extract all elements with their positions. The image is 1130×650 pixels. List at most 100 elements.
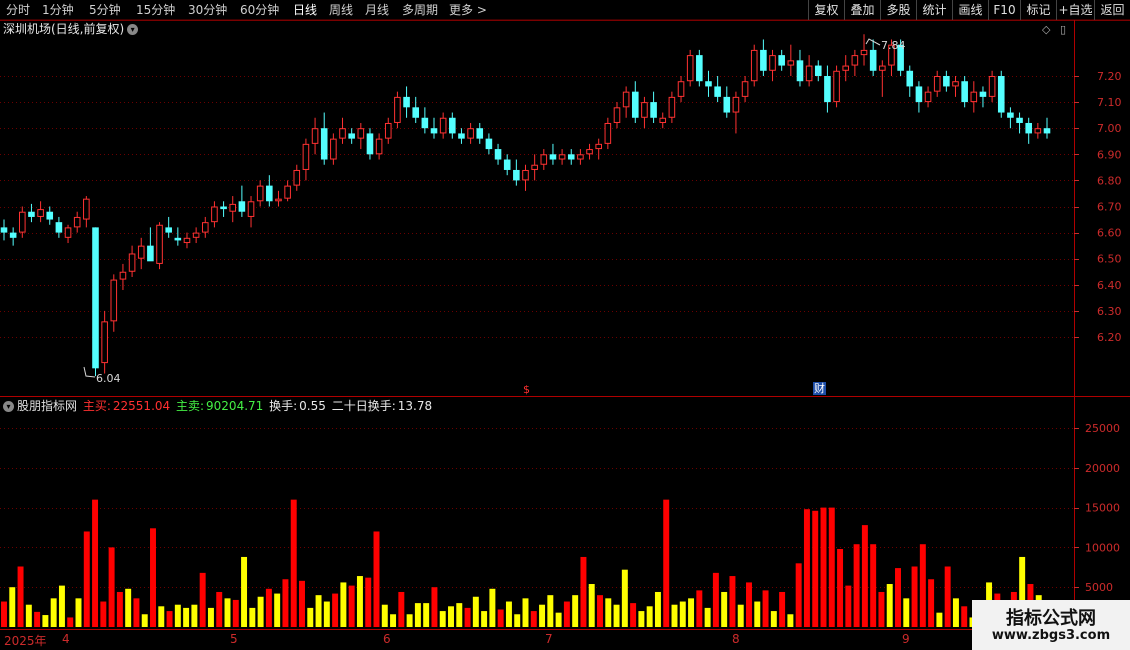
- volume-bar: [365, 577, 372, 627]
- volume-bar: [679, 601, 686, 627]
- candle-body: [485, 138, 493, 150]
- candle: [1025, 117, 1032, 144]
- candle-body: [64, 227, 72, 238]
- candle: [522, 164, 529, 191]
- volume-bar: [224, 598, 231, 627]
- turnover20-label: 二十日换手:: [331, 399, 396, 413]
- volume-bar: [67, 617, 74, 627]
- candle: [275, 190, 282, 207]
- watermark-title: 指标公式网: [1006, 608, 1096, 629]
- price-tick-label: 7.20: [1097, 70, 1122, 83]
- volume-bar: [75, 598, 82, 627]
- candle-body: [540, 154, 548, 165]
- price-tick-label: 6.70: [1097, 201, 1122, 214]
- candle-body: [46, 211, 54, 220]
- price-tick-label: 6.90: [1097, 148, 1122, 161]
- volume-bar: [787, 614, 794, 627]
- candle-body: [467, 128, 474, 139]
- candle-body: [1034, 128, 1042, 134]
- candle: [348, 128, 355, 144]
- volume-tick-label: 15000: [1085, 502, 1120, 515]
- chevron-down-icon[interactable]: ▾: [127, 24, 139, 35]
- volume-bar: [25, 604, 32, 627]
- volume-bar: [919, 544, 926, 627]
- candle-body: [375, 138, 383, 155]
- volume-bar: [356, 576, 363, 627]
- candle: [165, 216, 172, 238]
- volume-bar: [150, 528, 156, 627]
- candle-body: [348, 133, 355, 139]
- month-label-9: 9: [902, 632, 910, 646]
- candle-body: [211, 206, 218, 223]
- stock-title: 深圳机场(日线,前复权): [3, 22, 125, 36]
- candle: [467, 122, 474, 144]
- volume-bar: [83, 531, 90, 627]
- candle: [284, 180, 291, 202]
- candle-body: [915, 86, 923, 103]
- volume-bar: [448, 606, 454, 627]
- candle-body: [943, 76, 950, 87]
- candle: [943, 70, 950, 92]
- candle-body: [659, 117, 667, 123]
- candle-body: [558, 154, 566, 160]
- candle: [137, 237, 145, 270]
- candle-body: [37, 209, 44, 217]
- candle-body: [851, 55, 859, 66]
- candle: [677, 76, 685, 103]
- volume-bar: [613, 604, 620, 627]
- price-tick-label: 6.60: [1097, 227, 1122, 240]
- volume-bar: [795, 563, 802, 627]
- volume-bar: [414, 603, 421, 627]
- candle: [915, 81, 923, 113]
- volume-bar: [191, 604, 198, 627]
- kline-chart[interactable]: 6.20 6.30 6.40 6.50 6.60 6.70 6.80 6.90 7.00 7.10…: [0, 0, 1130, 650]
- finance-marker[interactable]: 财: [813, 382, 826, 395]
- candle-body: [531, 164, 538, 170]
- volume-bar: [50, 598, 57, 627]
- volume-bar: [895, 568, 901, 627]
- volume-bar: [315, 595, 322, 627]
- candle-body: [714, 86, 721, 97]
- volume-bar: [952, 598, 959, 627]
- volume-bar: [522, 598, 529, 627]
- price-tick-label: 6.50: [1097, 253, 1122, 266]
- volume-bar: [340, 582, 347, 627]
- volume-bar: [704, 607, 711, 627]
- candle-body: [247, 201, 255, 217]
- candle-body: [156, 224, 163, 264]
- candle-body: [979, 91, 987, 97]
- candle: [110, 274, 118, 332]
- candle-body: [650, 102, 657, 118]
- layout-icon[interactable]: ▯: [1060, 23, 1066, 36]
- candles: [0, 34, 1051, 377]
- candle: [211, 201, 218, 228]
- candle-body: [760, 49, 767, 71]
- candle-body: [696, 55, 703, 82]
- candle-body: [92, 227, 99, 369]
- chevron-down-icon[interactable]: ▾: [3, 401, 14, 412]
- candle: [869, 39, 877, 76]
- candle-body: [522, 169, 529, 181]
- dividend-marker[interactable]: $: [523, 383, 530, 396]
- indicator-header: ▾ 股朋指标网 主买: 22551.04 主卖: 90204.71 换手: 0.55 二…: [3, 398, 434, 414]
- candle-body: [988, 76, 996, 97]
- candle-body: [732, 96, 740, 113]
- volume-bar: [332, 593, 339, 627]
- volume-bar: [290, 499, 297, 627]
- volume-bar: [630, 603, 637, 627]
- candle: [622, 86, 630, 118]
- volume-bar: [597, 595, 603, 627]
- candle: [814, 60, 822, 82]
- candle-body: [476, 128, 484, 139]
- volume-bar: [472, 596, 479, 627]
- month-label-4: 4: [62, 632, 70, 646]
- volume-bar: [58, 585, 65, 627]
- candle: [760, 39, 767, 76]
- volume-bar: [779, 591, 786, 627]
- candle: [805, 55, 813, 87]
- diamond-icon[interactable]: ◇: [1042, 23, 1050, 36]
- candle: [1016, 112, 1023, 134]
- candle: [659, 112, 667, 129]
- candle-body: [147, 245, 154, 262]
- volume-bar: [911, 566, 918, 627]
